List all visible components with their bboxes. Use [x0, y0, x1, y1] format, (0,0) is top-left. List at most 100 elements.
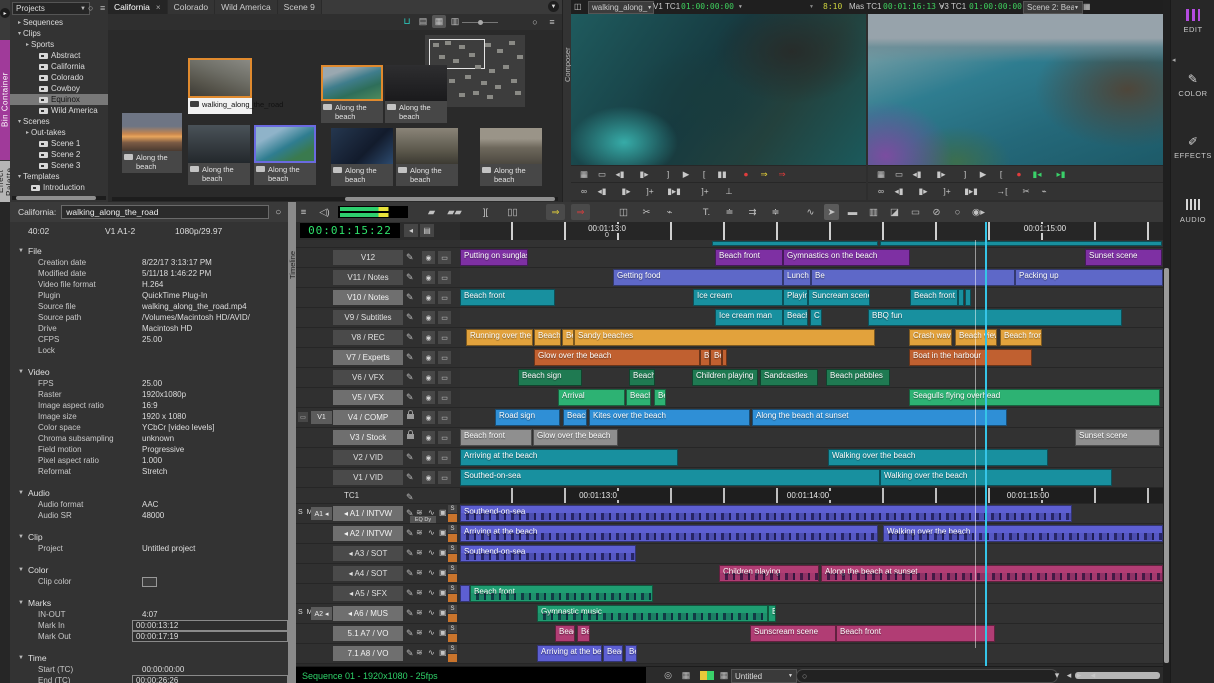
pencil-icon[interactable]: ✎: [406, 608, 414, 619]
solo-button[interactable]: S: [448, 645, 457, 653]
project-scrollbar[interactable]: [12, 196, 106, 200]
play-in-to-out-button[interactable]: ▮▸▮: [667, 184, 681, 198]
bin-clip-item[interactable]: Along the beach: [188, 125, 250, 185]
pencil-icon[interactable]: ✎: [406, 272, 414, 283]
eq-icon[interactable]: ∿: [428, 568, 435, 577]
timeline-clip[interactable]: Glow over the beach: [534, 349, 700, 366]
sidebar-item-abstract[interactable]: Abstract: [10, 50, 108, 61]
step-backward-button[interactable]: ◂▮: [595, 184, 609, 198]
sidebar-item-cowboy[interactable]: Cowboy: [10, 83, 108, 94]
timeline-clip[interactable]: Beach sign: [518, 369, 582, 386]
record-enable-button[interactable]: ▭: [438, 271, 451, 284]
timeline-clip[interactable]: Sunset scene: [1075, 429, 1160, 446]
timeline-clip[interactable]: Beach front: [460, 429, 532, 446]
timeline-clip[interactable]: Road sign: [495, 409, 560, 426]
timeline-clip[interactable]: Kites over the beach: [589, 409, 750, 426]
play-button[interactable]: ▶: [679, 167, 693, 181]
sidebar-item-templates[interactable]: ▾Templates: [10, 171, 108, 182]
pencil-icon[interactable]: ✎: [406, 648, 414, 659]
solo-button[interactable]: S: [448, 605, 457, 613]
extend-button[interactable]: ]+: [940, 184, 954, 198]
bin-clip-item[interactable]: walking_along_the_road: [188, 58, 252, 114]
mute-button[interactable]: [448, 534, 457, 542]
monitor-icon[interactable]: ▣: [439, 608, 447, 617]
grid-icon[interactable]: ▦: [1083, 1, 1091, 12]
timeline-clip[interactable]: Beach front: [715, 249, 783, 266]
track-name-button[interactable]: ◂ A2 / INTVW: [333, 526, 403, 541]
tab-timeline[interactable]: Timeline: [288, 202, 296, 683]
track-name-button[interactable]: V10 / Notes: [333, 290, 403, 305]
record-enable-button[interactable]: ▭: [438, 411, 451, 424]
bin-clip-item[interactable]: Along the beach: [385, 65, 447, 123]
track-lane[interactable]: Running over the sBeachBeSandy beachesCr…: [460, 328, 1163, 347]
bin-frame-view-icon[interactable]: ▦: [432, 15, 446, 28]
timeline-clip[interactable]: Crash wave: [909, 329, 952, 346]
project-selector[interactable]: Projects▼: [12, 2, 90, 15]
clip-name-field[interactable]: walking_along_the_road: [61, 205, 269, 219]
pencil-icon[interactable]: ✎: [406, 492, 414, 503]
timeline-clip[interactable]: [880, 241, 1162, 246]
timeline-clip[interactable]: Getting food: [613, 269, 783, 286]
record-enable-button[interactable]: ▭: [438, 311, 451, 324]
timeline-clip[interactable]: Along the beach at sunset: [821, 565, 1163, 582]
mute-button[interactable]: [448, 654, 457, 662]
sidebar-item-scene-1[interactable]: Scene 1: [10, 138, 108, 149]
waveform-icon[interactable]: ≋: [416, 608, 423, 617]
timeline-clip[interactable]: Beach: [626, 389, 651, 406]
master-track-label[interactable]: Mas TC1: [849, 1, 881, 12]
splice-in-button[interactable]: ⇒: [546, 204, 565, 220]
bin-scrollbar[interactable]: [112, 197, 558, 201]
render-ranges-button[interactable]: ▦: [716, 669, 732, 682]
step-forward-button[interactable]: ▮▸: [916, 184, 930, 198]
keyframe-curve-button[interactable]: ∿: [803, 204, 818, 220]
track-name-button[interactable]: V3 / Stock: [333, 430, 403, 445]
pencil-icon[interactable]: ✎: [406, 568, 414, 579]
timeline-clip[interactable]: Beach front: [470, 585, 653, 602]
track-lane[interactable]: Southend-on-sea: [460, 504, 1163, 523]
timeline-clip[interactable]: C: [810, 309, 822, 326]
track-lane[interactable]: BeacBeSunscream sceneBeach front: [460, 624, 1163, 643]
align-top-button[interactable]: ≐: [722, 204, 737, 220]
solo-button[interactable]: S: [448, 545, 457, 553]
record-enable-button[interactable]: ▭: [438, 291, 451, 304]
thumbnail-size-slider[interactable]: [462, 22, 498, 23]
search-icon[interactable]: ○: [88, 3, 93, 13]
timeline-clip[interactable]: Southed-on-sea: [460, 469, 880, 486]
track-lane[interactable]: Children playingAlong the beach at sunse…: [460, 564, 1163, 583]
monitor-button[interactable]: ◉: [422, 271, 435, 284]
tab-bin-container[interactable]: Bin Container: [0, 40, 10, 160]
track-lane[interactable]: Arriving at the beBeacBe: [460, 644, 1163, 663]
timeline-clip[interactable]: [460, 585, 470, 602]
center-menu[interactable]: ▼: [809, 1, 814, 12]
monitor-button[interactable]: ◉: [422, 331, 435, 344]
track-lane[interactable]: Road signBeachKites over the beachAlong …: [460, 408, 1163, 427]
pencil-icon[interactable]: ✎: [406, 312, 414, 323]
color-correction-button[interactable]: ▭: [908, 204, 923, 220]
track-name-button[interactable]: ◂ A6 / MUS: [333, 606, 403, 621]
property-input[interactable]: 00:00:17:19: [132, 631, 288, 642]
go-to-next-event-button[interactable]: ▮▸: [637, 167, 651, 181]
track-lane[interactable]: Beach signBeachChildren playingSandcastl…: [460, 368, 1163, 387]
record-enable-button[interactable]: ▭: [438, 371, 451, 384]
timeline-clip[interactable]: [722, 349, 727, 366]
timeline-view-button[interactable]: ▦: [678, 669, 694, 682]
playhead[interactable]: [985, 222, 987, 666]
track-name-button[interactable]: V5 / VFX: [333, 390, 403, 405]
track-lane[interactable]: Glow over the beachBBeBoat in the harbou…: [460, 348, 1163, 367]
align-mid-button[interactable]: ⇉: [745, 204, 760, 220]
bin-clip-item[interactable]: Along the beach: [122, 113, 182, 173]
timeline-clip[interactable]: [958, 289, 964, 306]
pencil-icon[interactable]: ✎: [406, 628, 414, 639]
bin-clip-item[interactable]: Along the beach: [321, 65, 383, 123]
timeline-clip[interactable]: Beach: [783, 309, 808, 326]
timeline-clip[interactable]: Beach front: [1000, 329, 1042, 346]
title-tool-button[interactable]: T.: [699, 204, 714, 220]
timeline-clip[interactable]: Gymnastic music: [537, 605, 768, 622]
track-name-button[interactable]: ◂ A3 / SOT: [333, 546, 403, 561]
sidebar-item-audio[interactable]: AUDIO: [1171, 198, 1214, 224]
timeline-search-input[interactable]: ○: [796, 669, 1058, 683]
timeline-clip[interactable]: Be: [654, 389, 666, 406]
play-in-to-out-button[interactable]: ▮▸▮: [964, 184, 978, 198]
sidebar-item-sequences[interactable]: ▸Sequences: [10, 17, 108, 28]
monitor-button[interactable]: ◉: [422, 351, 435, 364]
